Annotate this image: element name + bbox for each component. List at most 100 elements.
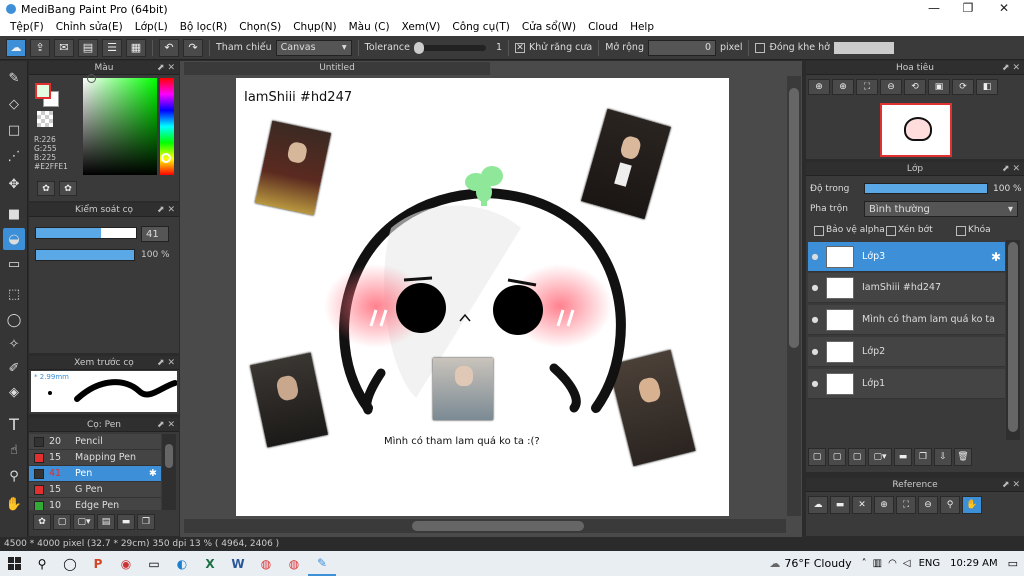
- notification-icon[interactable]: ▭: [1008, 557, 1018, 570]
- flip-icon[interactable]: ◧: [976, 79, 998, 95]
- blend-mode-select[interactable]: Bình thường ▾: [864, 201, 1018, 217]
- palette-settings-icon[interactable]: ✿: [59, 181, 77, 196]
- brush-duplicate-icon[interactable]: ❐: [137, 514, 155, 530]
- brush-list-scrollbar[interactable]: [162, 434, 176, 510]
- color-swatch-fg[interactable]: [35, 83, 51, 99]
- menu-snap[interactable]: Chụp(N): [287, 21, 342, 33]
- lock-checkbox[interactable]: [956, 226, 966, 236]
- brush-tool-icon[interactable]: ✎: [3, 67, 25, 89]
- menu-help[interactable]: Help: [624, 21, 660, 33]
- saturation-value-field[interactable]: [83, 78, 157, 175]
- layer-list-scrollbar[interactable]: [1006, 240, 1020, 440]
- menu-file[interactable]: Tệp(F): [4, 21, 50, 33]
- scroll-thumb[interactable]: [165, 444, 173, 468]
- chevron-up-icon[interactable]: ˄: [862, 558, 867, 569]
- word-icon[interactable]: W: [224, 551, 252, 576]
- panel-close-icon[interactable]: ⬈ ✕: [1002, 61, 1020, 75]
- menu-window[interactable]: Cửa sổ(W): [516, 21, 582, 33]
- fill-rect-icon[interactable]: ■: [3, 203, 25, 225]
- menu-select[interactable]: Chọn(S): [233, 21, 287, 33]
- move-tool-icon[interactable]: ✥: [3, 173, 25, 195]
- fit-icon[interactable]: ⛶: [856, 79, 878, 95]
- dotted-brush-icon[interactable]: ⋰: [3, 145, 25, 167]
- zoom-in-icon[interactable]: ⊕: [808, 79, 830, 95]
- close-gap-slider[interactable]: [833, 41, 894, 54]
- close-reference-icon[interactable]: ✕: [852, 496, 872, 514]
- search-icon[interactable]: ⚲: [28, 551, 56, 576]
- new-layer-alt-icon[interactable]: ▢: [828, 448, 846, 466]
- menu-cloud[interactable]: Cloud: [582, 21, 624, 33]
- panel-close-icon[interactable]: ⬈ ✕: [1002, 478, 1020, 492]
- wifi-icon[interactable]: ◠: [888, 558, 897, 569]
- eraser-tool-icon[interactable]: ◇: [3, 93, 25, 115]
- document-tab[interactable]: Untitled: [184, 62, 490, 75]
- comment-icon[interactable]: ✉: [54, 38, 74, 57]
- ref-fit-icon[interactable]: ⛶: [896, 496, 916, 514]
- scroll-thumb[interactable]: [1008, 242, 1018, 432]
- ref-eyedropper-icon[interactable]: ⚲: [940, 496, 960, 514]
- network-icon[interactable]: ▥: [873, 558, 882, 569]
- ref-zoom-in-icon[interactable]: ⊕: [874, 496, 894, 514]
- close-button[interactable]: ✕: [986, 0, 1022, 18]
- vertical-scrollbar[interactable]: [787, 76, 801, 516]
- panel-close-icon[interactable]: ⬈ ✕: [1002, 162, 1020, 176]
- clock[interactable]: 10:29 AM: [950, 558, 997, 569]
- menu-layer[interactable]: Lớp(L): [129, 21, 174, 33]
- ref-hand-icon[interactable]: ✋: [962, 496, 982, 514]
- monitor-icon[interactable]: ▭: [140, 551, 168, 576]
- duplicate-layer-icon[interactable]: ❐: [914, 448, 932, 466]
- zoom-out-icon[interactable]: ⊖: [880, 79, 902, 95]
- cloud-icon[interactable]: ☁: [6, 38, 26, 57]
- visibility-icon[interactable]: ●: [808, 283, 822, 292]
- layer-menu-icon[interactable]: ▢▾: [868, 448, 892, 466]
- excel-icon[interactable]: X: [196, 551, 224, 576]
- tolerance-slider[interactable]: [413, 41, 486, 54]
- bucket-tool-icon[interactable]: ◒: [3, 228, 25, 250]
- drawing-canvas[interactable]: IamShiii #hd247 Mình có tham lam quá ko …: [236, 78, 729, 516]
- select-eraser-icon[interactable]: ◈: [3, 381, 25, 403]
- brush-edit-icon[interactable]: ▤: [97, 514, 115, 530]
- visibility-icon[interactable]: ●: [808, 315, 822, 324]
- maximize-button[interactable]: ❐: [950, 0, 986, 18]
- language-indicator[interactable]: ENG: [919, 558, 941, 569]
- chrome-alt-icon[interactable]: ◍: [280, 551, 308, 576]
- layer-row[interactable]: ● Lớp1: [808, 369, 1005, 399]
- menu-view[interactable]: Xem(V): [396, 21, 447, 33]
- gear-icon[interactable]: ✱: [149, 468, 157, 479]
- scroll-thumb[interactable]: [789, 88, 799, 348]
- weather-text[interactable]: 76°F Cloudy: [784, 557, 851, 570]
- layer-row[interactable]: ● Lớp2: [808, 337, 1005, 367]
- brush-settings-icon[interactable]: ✿: [33, 514, 51, 530]
- brush-menu-icon[interactable]: ▢▾: [73, 514, 95, 530]
- rotate-alt-icon[interactable]: ⟳: [952, 79, 974, 95]
- eyedropper-icon[interactable]: ⚲: [3, 465, 25, 487]
- menu-edit[interactable]: Chỉnh sửa(E): [50, 21, 129, 33]
- clipping-checkbox[interactable]: [886, 226, 896, 236]
- shape-tool-icon[interactable]: □: [3, 119, 25, 141]
- hue-handle[interactable]: [161, 153, 171, 163]
- brush-size-slider[interactable]: [35, 227, 137, 239]
- ref-zoom-out-icon[interactable]: ⊖: [918, 496, 938, 514]
- brush-folder-icon[interactable]: ▬: [117, 514, 135, 530]
- brush-size-value[interactable]: 41: [141, 226, 169, 242]
- open-folder-icon[interactable]: ▬: [830, 496, 850, 514]
- panel-close-icon[interactable]: ⬈ ✕: [157, 61, 175, 75]
- powerpoint-icon[interactable]: P: [84, 551, 112, 576]
- layer-row[interactable]: ● Mình có tham lam quá ko ta: [808, 305, 1005, 335]
- gradient-tool-icon[interactable]: ▭: [3, 253, 25, 275]
- rotate-icon[interactable]: ⟲: [904, 79, 926, 95]
- layer-folder-icon[interactable]: ▬: [894, 448, 912, 466]
- layer-opacity-slider[interactable]: [864, 183, 988, 194]
- windows-start-icon[interactable]: [0, 551, 28, 576]
- close-gap-checkbox[interactable]: [755, 42, 766, 53]
- redo-icon[interactable]: ↷: [183, 38, 203, 57]
- edge-icon[interactable]: ◐: [168, 551, 196, 576]
- list-icon[interactable]: ☰: [102, 38, 122, 57]
- brush-list-item[interactable]: 15 Mapping Pen: [29, 450, 161, 466]
- select-pen-icon[interactable]: ✐: [3, 357, 25, 379]
- brush-opacity-slider[interactable]: [35, 249, 135, 261]
- task-view-icon[interactable]: ◯: [56, 551, 84, 576]
- brush-list-item[interactable]: 20 Pencil: [29, 434, 161, 450]
- minimize-button[interactable]: —: [916, 0, 952, 18]
- fit-window-icon[interactable]: ▣: [928, 79, 950, 95]
